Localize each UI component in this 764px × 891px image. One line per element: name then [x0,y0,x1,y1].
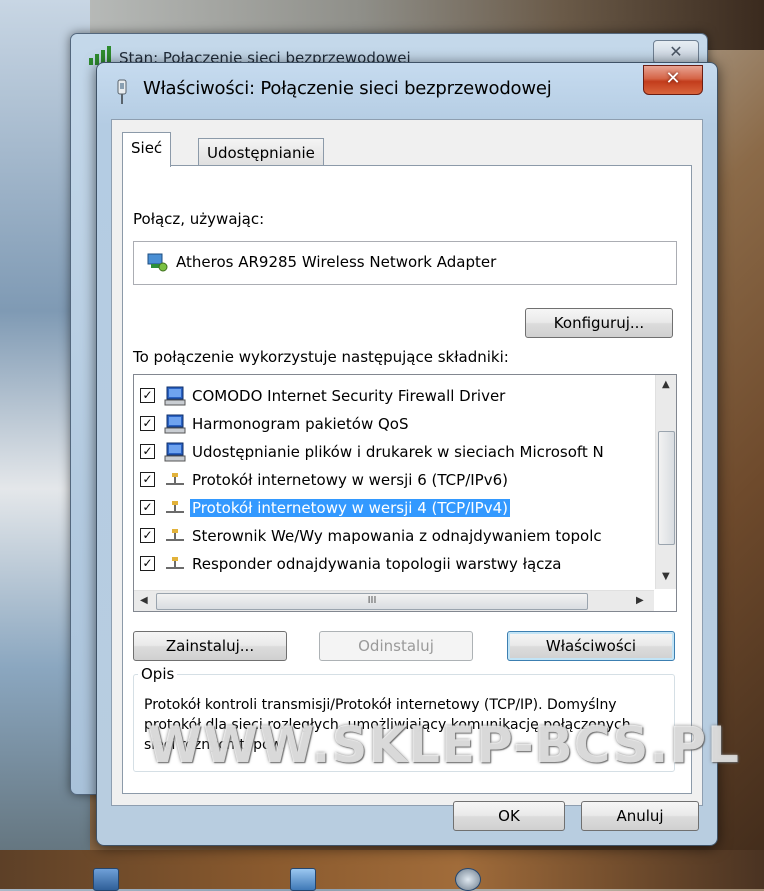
list-item[interactable]: ✓ Sterownik We/Wy mapowania z odnajdywan… [134,523,654,551]
horizontal-scrollbar[interactable]: ◀ III ▶ [134,590,654,611]
scroll-down-icon[interactable]: ▼ [662,571,670,582]
install-button[interactable]: Zainstaluj... [133,631,287,661]
description-title: Opis [138,665,178,683]
component-label: Harmonogram pakietów QoS [192,415,409,433]
tab-sharing[interactable]: Udostępnianie [198,138,324,167]
checkbox[interactable]: ✓ [140,416,155,431]
taskbar-app-icon[interactable] [290,868,316,891]
adapter-name: Atheros AR9285 Wireless Network Adapter [176,253,497,271]
adapter-field: Atheros AR9285 Wireless Network Adapter [133,241,677,285]
components-list-items: ✓ COMODO Internet Security Firewall Driv… [134,375,654,589]
checkbox[interactable]: ✓ [140,472,155,487]
components-list[interactable]: ✓ COMODO Internet Security Firewall Driv… [133,374,677,612]
scroll-left-icon[interactable]: ◀ [140,595,148,606]
component-label: Udostępnianie plików i drukarek w siecia… [192,443,604,461]
network-client-icon [164,442,186,462]
properties-dialog[interactable]: Właściwości: Połączenie sieci bezprzewod… [96,62,740,846]
network-adapter-icon [117,79,127,104]
list-item[interactable]: ✓ COMODO Internet Security Firewall Driv… [134,383,654,411]
checkbox[interactable]: ✓ [140,528,155,543]
list-item[interactable]: ✓ Protokół internetowy w wersji 6 (TCP/I… [134,467,654,495]
tab-panel-network: Połącz, używając: Atheros AR9285 Wireles… [122,165,692,794]
properties-button[interactable]: Właściwości [507,631,675,661]
protocol-icon [166,557,184,569]
list-item[interactable]: ✓ Responder odnajdywania topologii warst… [134,551,654,579]
scroll-up-icon[interactable]: ▲ [662,379,670,390]
protocol-icon [166,529,184,541]
watermark: WWW.SKLEP-BCS.PL [147,716,740,774]
configure-button[interactable]: Konfiguruj... [525,308,673,338]
checkbox[interactable]: ✓ [140,556,155,571]
uninstall-button[interactable]: Odinstaluj [319,631,473,661]
checkbox[interactable]: ✓ [140,500,155,515]
ok-button[interactable]: OK [453,801,565,831]
taskbar-app-icon[interactable] [93,868,119,891]
cancel-button[interactable]: Anuluj [581,801,699,831]
dialog-title: Właściwości: Połączenie sieci bezprzewod… [143,78,552,99]
vertical-scrollbar[interactable]: ▲ ▼ [655,375,676,589]
checkbox[interactable]: ✓ [140,444,155,459]
component-label: Responder odnajdywania topologii warstwy… [192,555,562,573]
network-card-icon [147,253,168,272]
list-item[interactable]: ✓ Harmonogram pakietów QoS [134,411,654,439]
connect-using-label: Połącz, używając: [133,210,265,228]
tab-network[interactable]: Sieć [122,132,172,167]
scroll-thumb[interactable] [658,431,675,545]
status-close-button[interactable]: ✕ [653,40,699,64]
close-button[interactable]: ✕ [643,65,703,95]
list-item[interactable]: ✓ Udostępnianie plików i drukarek w siec… [134,439,654,467]
scroll-thumb-horizontal[interactable]: III [156,593,588,610]
network-client-icon [164,386,186,406]
component-label: Sterownik We/Wy mapowania z odnajdywanie… [192,527,602,545]
checkbox[interactable]: ✓ [140,388,155,403]
component-label: Protokół internetowy w wersji 6 (TCP/IPv… [192,471,508,489]
components-label: To połączenie wykorzystuje następujące s… [133,348,509,366]
protocol-icon [166,501,184,513]
network-client-icon [164,414,186,434]
taskbar-app-icon[interactable] [455,868,481,891]
component-label: Protokół internetowy w wersji 4 (TCP/IPv… [190,499,510,517]
component-label: COMODO Internet Security Firewall Driver [192,387,506,405]
protocol-icon [166,473,184,485]
scroll-right-icon[interactable]: ▶ [636,595,644,606]
list-item-selected[interactable]: ✓ Protokół internetowy w wersji 4 (TCP/I… [134,495,654,523]
dialog-client-area: Sieć Udostępnianie Połącz, używając: Ath… [111,119,703,806]
